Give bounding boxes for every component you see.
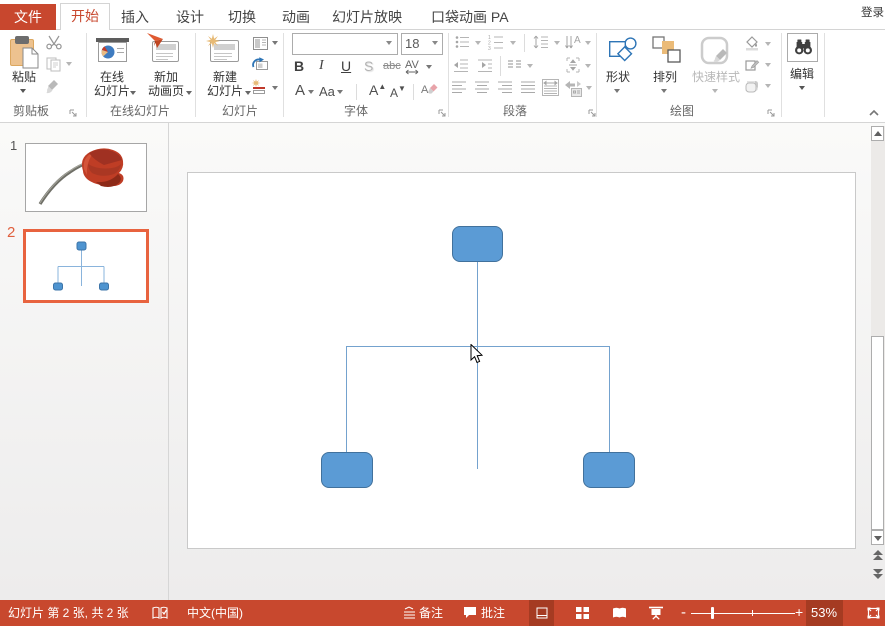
- svg-text:A: A: [574, 35, 581, 46]
- svg-text:AV: AV: [405, 59, 420, 71]
- svg-text:3: 3: [488, 46, 491, 50]
- svg-text:A: A: [421, 84, 429, 96]
